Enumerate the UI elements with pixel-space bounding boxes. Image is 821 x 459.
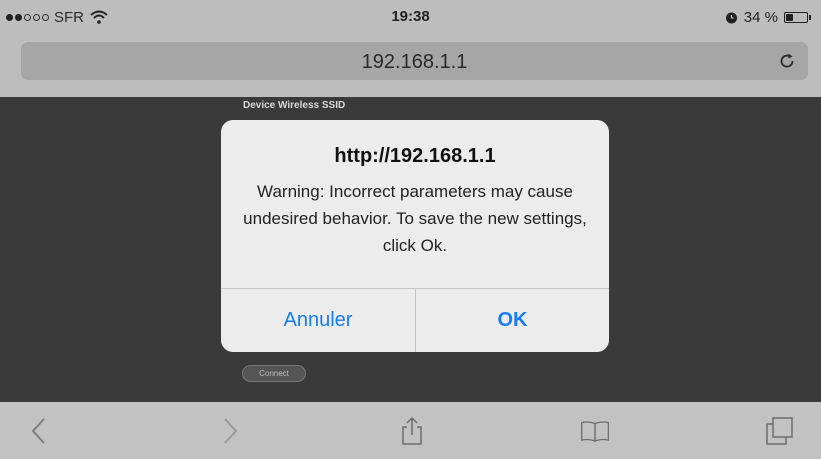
browser-chrome-top: SFR 19:38 34 % 192.168.1.1 [0,0,821,97]
battery-level [786,13,793,21]
ssid-label: Device Wireless SSID [243,100,346,111]
alert-message: Warning: Incorrect parameters may cause … [243,182,587,255]
connect-button[interactable]: Connect [242,365,306,382]
address-bar[interactable]: 192.168.1.1 [21,42,808,80]
status-time: 19:38 [391,8,430,25]
battery-icon [784,11,808,23]
forward-icon[interactable] [214,416,244,446]
battery-percent: 34 % [743,8,778,26]
tabs-icon[interactable] [764,416,794,446]
battery-tip [809,14,811,20]
alarm-icon [725,12,737,23]
status-right: 34 % [725,8,811,26]
share-icon[interactable] [397,416,427,446]
alert-title: http://192.168.1.1 [334,145,496,167]
alert-dialog: http://192.168.1.1 Warning: Incorrect pa… [221,120,609,352]
browser-toolbar [0,402,821,459]
bookmarks-icon[interactable] [580,416,610,446]
cancel-button[interactable]: Annuler [221,289,415,352]
url-text[interactable]: 192.168.1.1 [21,51,808,74]
back-icon[interactable] [25,416,55,446]
reload-icon[interactable] [778,52,796,70]
ok-button[interactable]: OK [416,289,609,352]
status-bar: SFR 19:38 34 % [0,0,821,36]
